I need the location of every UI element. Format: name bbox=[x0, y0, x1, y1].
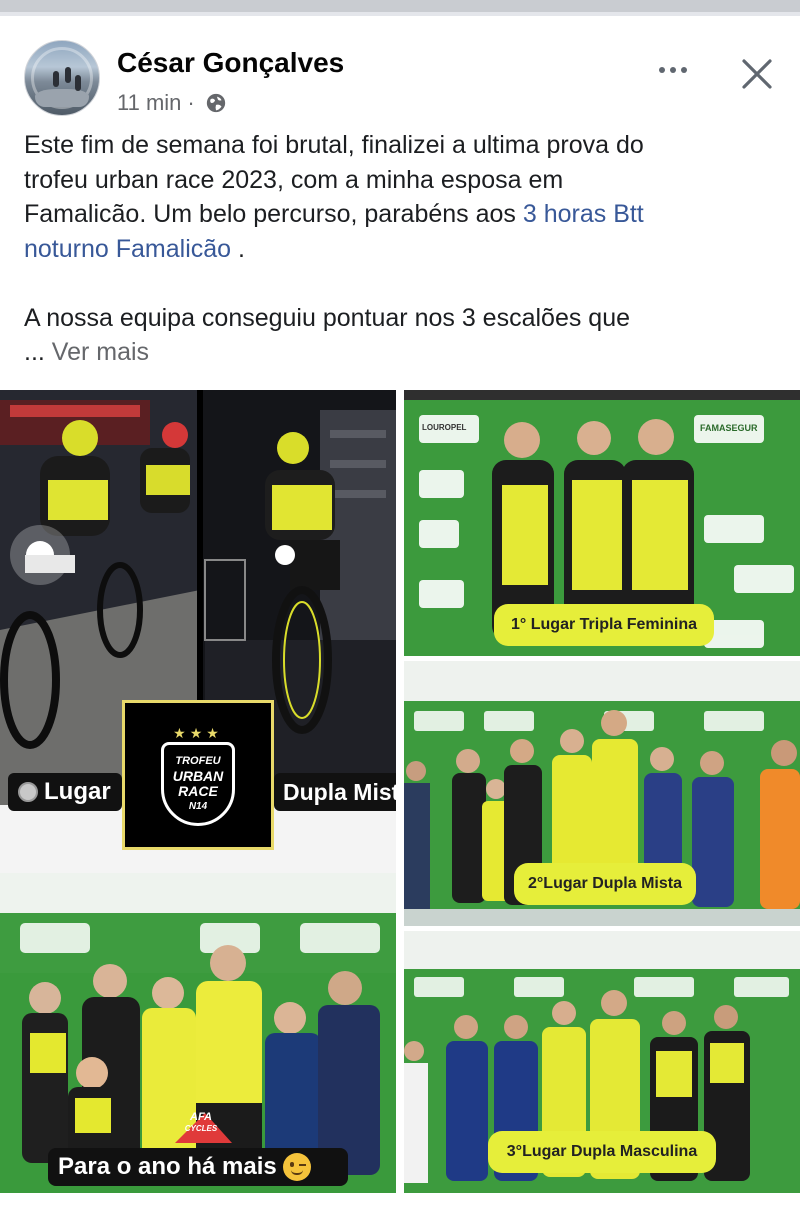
wink-emoji-icon bbox=[282, 1153, 311, 1181]
dupla-badge: Dupla Mist bbox=[274, 773, 396, 811]
post-text-segment: Famalicão. Um belo percurso, parabéns ao… bbox=[24, 200, 523, 228]
post-text-line: trofeu urban race 2023, com a minha espo… bbox=[24, 165, 564, 194]
sponsor-label: LOUROPEL bbox=[422, 423, 467, 432]
podium-photo-3[interactable]: 3°Lugar Dupla Masculina bbox=[404, 931, 800, 1193]
more-options-icon[interactable] bbox=[654, 56, 692, 84]
meta-separator: · bbox=[187, 90, 195, 115]
logo-stars: ★★★ bbox=[173, 724, 223, 741]
post-text-line: ... Ver mais bbox=[24, 335, 784, 370]
post-body: Este fim de semana foi brutal, finalizei… bbox=[24, 128, 784, 370]
post-text-line: A nossa equipa conseguiu pontuar nos 3 e… bbox=[24, 303, 631, 332]
lugar-badge: Lugar bbox=[8, 773, 122, 811]
logo-text: RACE bbox=[178, 782, 218, 799]
logo-text: URBAN bbox=[172, 767, 224, 784]
post-time[interactable]: 11 min bbox=[117, 90, 181, 116]
podium-photo bbox=[0, 873, 396, 1193]
page-link[interactable]: noturno Famalicão bbox=[24, 235, 231, 263]
post-text-line: Este fim de semana foi brutal, finalizei… bbox=[24, 131, 644, 159]
post-header: César Gonçalves 11 min · bbox=[0, 16, 800, 126]
logo-text: TROFEU bbox=[175, 754, 221, 767]
medal-icon bbox=[18, 782, 38, 802]
see-more-link[interactable]: Ver mais bbox=[52, 338, 149, 366]
ellipsis: ... bbox=[24, 338, 52, 366]
post-meta: 11 min · bbox=[117, 90, 227, 116]
bottom-caption: Para o ano há mais bbox=[48, 1148, 348, 1186]
page-link[interactable]: 3 horas Btt bbox=[523, 200, 644, 228]
caption-3: 3°Lugar Dupla Masculina bbox=[488, 1131, 716, 1173]
trofeu-logo: ★★★ TROFEU URBAN RACE N14 bbox=[122, 700, 274, 850]
podium-photo-2[interactable]: 2°Lugar Dupla Mista bbox=[404, 661, 800, 926]
sponsor-label: FAMASEGUR bbox=[700, 423, 758, 433]
post-text-segment: . bbox=[231, 234, 245, 263]
post-text-line: noturno Famalicão . bbox=[24, 232, 784, 267]
caption-1: 1° Lugar Tripla Feminina bbox=[494, 604, 714, 646]
author-name[interactable]: César Gonçalves bbox=[117, 47, 344, 79]
podium-photo-1[interactable]: 1° Lugar Tripla Feminina LOUROPEL FAMASE… bbox=[404, 390, 800, 656]
logo-text: N14 bbox=[188, 800, 208, 812]
post-text-line: Famalicão. Um belo percurso, parabéns ao… bbox=[24, 197, 784, 232]
close-icon[interactable] bbox=[740, 57, 774, 91]
top-divider bbox=[0, 0, 800, 16]
photo-grid: Lugar Dupla Mist ★★★ TROFEU URBAN RACE N… bbox=[0, 390, 800, 1196]
avatar[interactable] bbox=[24, 40, 100, 116]
afa-logo: AFA CYCLES bbox=[184, 1111, 218, 1134]
photo-collage[interactable]: Lugar Dupla Mist ★★★ TROFEU URBAN RACE N… bbox=[0, 390, 396, 1193]
caption-2: 2°Lugar Dupla Mista bbox=[514, 863, 696, 905]
globe-icon bbox=[206, 93, 225, 113]
